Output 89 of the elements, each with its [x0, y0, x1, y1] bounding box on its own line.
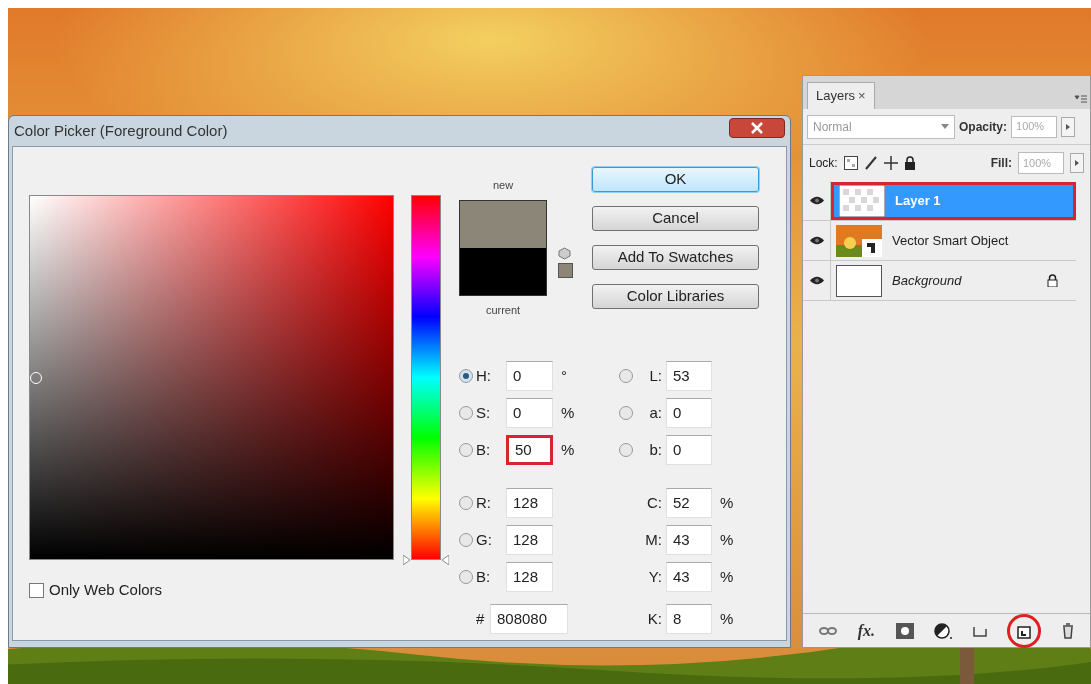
fill-label: Fill:	[990, 155, 1012, 172]
eye-icon	[809, 236, 824, 245]
field-label: Y:	[647, 566, 663, 587]
field-label: a:	[648, 402, 663, 423]
radio-button[interactable]	[459, 496, 473, 510]
field-label: B:	[476, 439, 492, 460]
fx-button[interactable]: fx.	[857, 618, 876, 643]
layer-thumbnail	[839, 184, 885, 217]
button[interactable]: Cancel	[592, 206, 759, 231]
unit-label: %	[720, 492, 734, 513]
layer-thumbnail	[836, 224, 882, 257]
eye-icon	[809, 196, 824, 205]
input-field[interactable]: 0	[506, 398, 553, 428]
unit-label: %	[720, 566, 734, 587]
input-field[interactable]: 128	[506, 525, 553, 555]
layer-row[interactable]: Background	[831, 261, 1076, 300]
close-tab-button[interactable]: ×	[858, 86, 866, 106]
input-field[interactable]: 0	[666, 398, 712, 428]
new-layer-icon[interactable]	[1007, 613, 1042, 648]
field-label: S:	[476, 402, 492, 423]
color-field[interactable]	[29, 195, 394, 560]
button[interactable]: Add To Swatches	[592, 245, 759, 270]
unit-label: °	[561, 365, 567, 386]
opacity-label: Opacity:	[959, 118, 1007, 136]
link-icon[interactable]	[819, 625, 838, 636]
layers-tab[interactable]: Layers ×	[807, 82, 875, 109]
field-label: M:	[644, 529, 663, 550]
radio-button[interactable]	[459, 533, 473, 547]
field-label: B:	[476, 566, 492, 587]
field-label: #	[476, 608, 486, 629]
trash-icon[interactable]	[1061, 622, 1074, 639]
field-label: C:	[646, 492, 663, 513]
input-field[interactable]: 43	[666, 525, 712, 555]
layer-name: Vector Smart Object	[892, 231, 1010, 250]
eye-icon	[809, 276, 824, 285]
radio-button[interactable]	[459, 570, 473, 584]
unit-label: %	[720, 608, 734, 629]
checkbox[interactable]	[29, 582, 44, 598]
field-label: H:	[476, 365, 492, 386]
input-field[interactable]: 808080	[490, 604, 568, 634]
window-title: Color Picker (Foreground Color)	[14, 120, 228, 141]
checkbox-label: Only Web Colors	[49, 580, 163, 600]
tab-label: Layers	[816, 87, 856, 106]
cube-icon	[558, 247, 571, 260]
close-button[interactable]	[729, 118, 785, 138]
swatch-label: new	[492, 178, 514, 193]
close-icon	[750, 122, 764, 134]
button[interactable]: Color Libraries	[592, 284, 759, 309]
radio-button[interactable]	[459, 406, 473, 420]
move-icon[interactable]	[883, 156, 898, 170]
layer-thumbnail	[836, 264, 882, 297]
lock-icon[interactable]	[903, 156, 916, 170]
layer-name: Background	[892, 271, 963, 290]
field-label: R:	[476, 492, 492, 513]
unit-label: %	[561, 402, 575, 423]
radio-button[interactable]	[619, 369, 633, 383]
field-label: b:	[648, 439, 663, 460]
input-field[interactable]: 0	[506, 361, 553, 391]
button[interactable]: OK	[592, 167, 759, 192]
field-label: L:	[648, 365, 663, 386]
input-field[interactable]: 50	[506, 435, 553, 465]
layer-row[interactable]: Vector Smart Object	[831, 221, 1076, 260]
hue-slider-thumb[interactable]	[403, 555, 449, 565]
input-field[interactable]: 52	[666, 488, 712, 518]
arrow-button-icon[interactable]	[1070, 153, 1084, 173]
field-label: K:	[646, 608, 663, 629]
input-field[interactable]: 8	[666, 604, 712, 634]
radio-button[interactable]	[619, 443, 633, 457]
swatch-label: current	[485, 302, 521, 318]
half-circle-icon[interactable]	[934, 622, 953, 639]
swatch-icon	[558, 263, 573, 278]
caret-icon	[941, 124, 949, 129]
radio-button[interactable]	[619, 406, 633, 420]
input-field[interactable]: 128	[506, 488, 553, 518]
panel-menu-icon[interactable]	[1074, 94, 1088, 106]
input-field[interactable]: 0	[666, 435, 712, 465]
input-field[interactable]: 43	[666, 562, 712, 592]
input-field[interactable]: 53	[666, 361, 712, 391]
arrow-button-icon[interactable]	[1061, 116, 1075, 137]
lock-transparency-icon[interactable]	[843, 156, 858, 170]
field-label: G:	[476, 529, 493, 550]
radio-button[interactable]	[459, 369, 473, 383]
unit-label: %	[561, 439, 575, 460]
lock-label: Lock:	[809, 155, 838, 172]
radio-button[interactable]	[459, 443, 473, 457]
mask-icon[interactable]	[895, 622, 914, 639]
layer-name: Layer 1	[895, 191, 942, 210]
unit-label: %	[720, 529, 734, 550]
input-field[interactable]: 128	[506, 562, 553, 592]
